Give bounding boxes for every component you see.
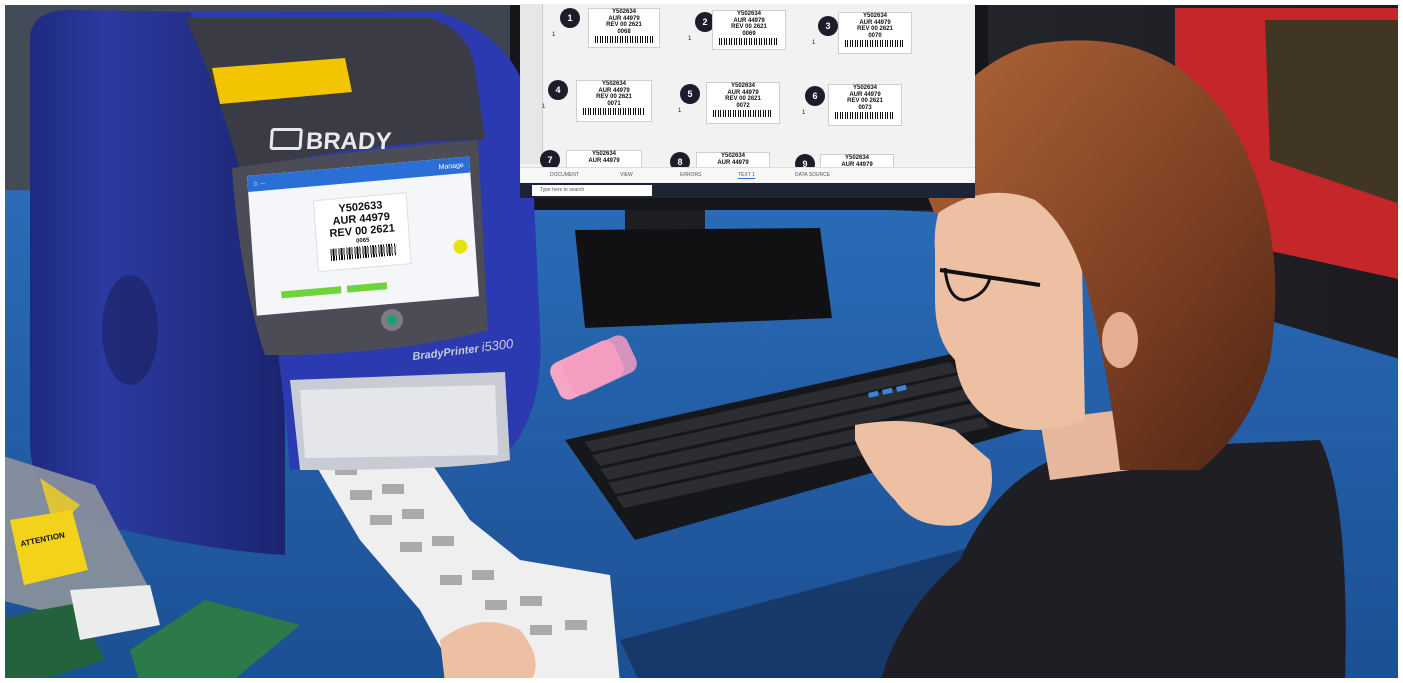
tool-sidebar[interactable] [520, 4, 543, 164]
monitor-screen: 1 1 Y502634 AUR 44979 REV 00 2621 0068 2 1 … [520, 4, 975, 198]
label-tile-4[interactable]: Y502634 AUR 44979 REV 00 2621 0071 [576, 80, 652, 122]
home-icon[interactable]: ⌂ ← [253, 179, 267, 187]
label-tile-2[interactable]: Y502634 AUR 44979 REV 00 2621 0069 [712, 10, 786, 50]
status-bar-2 [346, 282, 388, 293]
status-bar [281, 286, 342, 299]
tab-data-source[interactable]: DATA SOURCE [795, 172, 830, 178]
label-tile-6[interactable]: Y502634 AUR 44979 REV 00 2621 0073 [828, 84, 902, 126]
tab-view[interactable]: VIEW [620, 172, 633, 178]
qty-2[interactable]: 1 [688, 36, 691, 42]
print-button[interactable] [452, 239, 468, 255]
label-tile-9[interactable]: Y502634 AUR 44979 [820, 154, 894, 168]
label-number-6: 6 [805, 86, 825, 106]
bottom-tab-bar: DOCUMENT VIEW ERRORS TEXT 1 DATA SOURCE [520, 167, 975, 182]
qty-3[interactable]: 1 [812, 40, 815, 46]
label-tile-1[interactable]: Y502634 AUR 44979 REV 00 2621 0068 [588, 8, 660, 48]
qty-4[interactable]: 1 [542, 104, 545, 110]
label-number-3: 3 [818, 16, 838, 36]
label-number-5: 5 [680, 84, 700, 104]
printer-screen-label-preview: Y502633 AUR 44979 REV 00 2621 0065 [312, 192, 412, 273]
label-tile-5[interactable]: Y502634 AUR 44979 REV 00 2621 0072 [706, 82, 780, 124]
label-tile-8[interactable]: Y502634 AUR 44979 [696, 152, 770, 168]
label-tile-3[interactable]: Y502634 AUR 44979 REV 00 2621 0070 [838, 12, 912, 54]
qty-1[interactable]: 1 [552, 32, 555, 38]
tab-errors[interactable]: ERRORS [680, 172, 701, 178]
tab-text[interactable]: TEXT 1 [738, 172, 755, 179]
qty-6[interactable]: 1 [802, 110, 805, 116]
printer-touchscreen[interactable]: ⌂ ← Manage Y502633 AUR 44979 REV 00 2621… [247, 156, 479, 316]
windows-taskbar: Type here to search [520, 183, 975, 198]
taskbar-search-input[interactable]: Type here to search [532, 185, 652, 196]
monitor-stand [575, 228, 832, 328]
label-number-4: 4 [548, 80, 568, 100]
qty-5[interactable]: 1 [678, 108, 681, 114]
printer-screen-menu[interactable]: Manage [438, 162, 464, 171]
printer-brand-logo: BRADY [269, 128, 392, 156]
photo-scene: BRADY BradyPrinter i5300 ⌂ ← Manage Y502… [0, 0, 1403, 683]
tab-document[interactable]: DOCUMENT [550, 172, 579, 178]
label-tile-7[interactable]: Y502634 AUR 44979 [566, 150, 642, 168]
label-number-1: 1 [560, 8, 580, 28]
